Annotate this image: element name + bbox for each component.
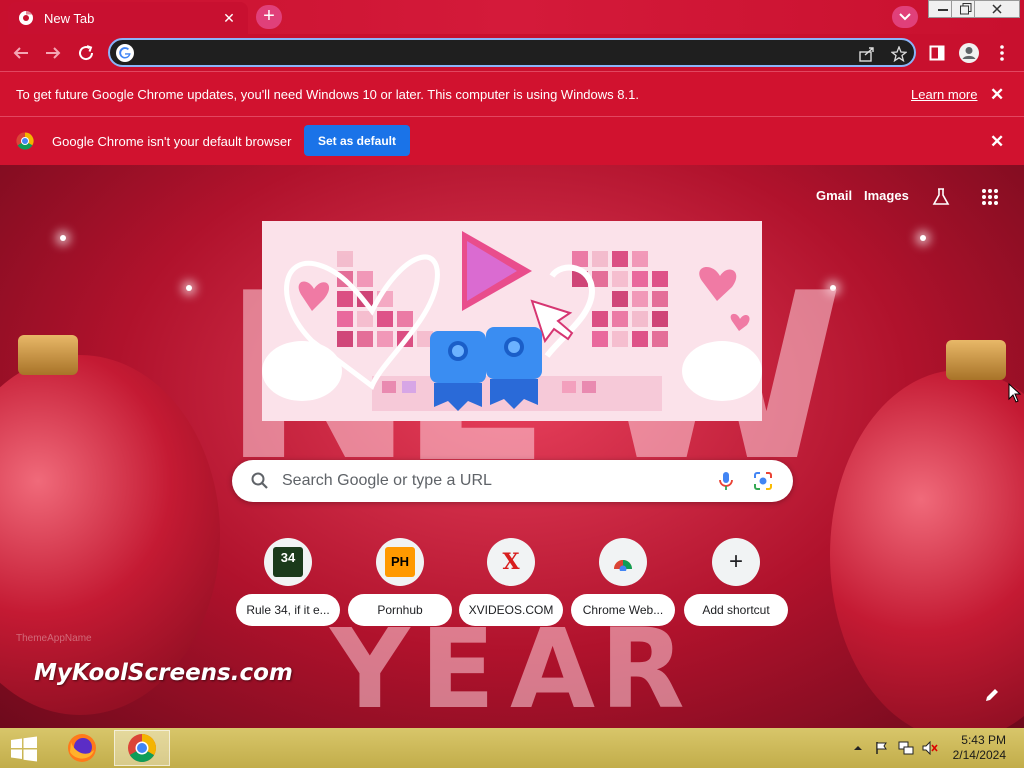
chrome-logo-icon [16,132,34,150]
microphone-icon[interactable] [716,470,736,492]
shortcut-favicon-rule34: 34 [264,538,312,586]
chrome-favicon-icon [18,10,34,26]
default-browser-infobar: Google Chrome isn't your default browser… [0,116,1024,165]
learn-more-link[interactable]: Learn more [911,87,977,102]
update-infobar-close-icon[interactable]: ✕ [990,85,1004,105]
shortcut-label: Add shortcut [684,594,788,626]
reload-icon [79,45,94,61]
forward-button[interactable] [40,40,66,66]
shortcut-tile[interactable]: X XVIDEOS.COM [459,538,563,628]
share-icon[interactable] [856,44,878,64]
new-tab-button[interactable]: + [256,5,282,29]
new-tab-page: N E W Y E A R Gmail Images [0,165,1024,728]
tab-new-tab[interactable]: New Tab ✕ [8,2,248,34]
ornament-cap-left [18,335,78,375]
window-close-button[interactable] [974,0,1020,18]
chrome-menu-button[interactable] [989,40,1015,66]
forward-arrow-icon [46,47,61,59]
sparkle [920,235,926,241]
windows-start-icon[interactable] [10,736,40,762]
ntp-search-box[interactable] [232,460,793,502]
shortcut-tile[interactable]: PH Pornhub [348,538,452,628]
apps-grid-icon[interactable] [978,185,1002,209]
images-link[interactable]: Images [864,188,909,203]
kebab-menu-icon [1000,45,1004,61]
search-icon [250,471,270,491]
action-center-flag-icon[interactable] [874,740,890,756]
sparkle [60,235,66,241]
sparkle [186,285,192,291]
tab-title: New Tab [44,10,95,26]
taskbar-chrome[interactable] [114,730,170,766]
update-infobar: To get future Google Chrome updates, you… [0,71,1024,116]
google-g-icon [116,44,134,62]
reload-button[interactable] [73,40,99,66]
taskbar-firefox[interactable] [54,730,110,766]
default-browser-text: Google Chrome isn't your default browser [52,134,292,149]
shortcut-label: XVIDEOS.COM [459,594,563,626]
labs-flask-icon[interactable] [929,185,953,209]
profile-button[interactable] [956,40,982,66]
gmail-link[interactable]: Gmail [816,188,852,203]
shortcut-favicon-xvideos: X [487,538,535,586]
side-panel-button[interactable] [924,40,950,66]
ornament-right [830,370,1024,728]
firefox-icon [68,734,96,762]
back-arrow-icon [13,47,28,59]
google-lens-icon[interactable] [752,471,774,491]
shortcut-label: Chrome Web... [571,594,675,626]
set-as-default-button[interactable]: Set as default [304,125,410,156]
tab-search-button[interactable] [892,6,918,28]
side-panel-icon [929,45,945,61]
taskbar-clock[interactable]: 5:43 PM 2/14/2024 [948,733,1006,763]
default-browser-close-icon[interactable]: ✕ [990,132,1004,152]
tab-close-icon[interactable]: ✕ [220,10,238,27]
shortcut-favicon-pornhub: PH [376,538,424,586]
chrome-web-store-icon [599,538,647,586]
profile-avatar-icon [959,43,979,63]
shortcut-tile[interactable]: Chrome Web... [571,538,675,628]
address-input[interactable] [144,43,844,63]
address-bar[interactable] [108,38,916,67]
chevron-down-icon [899,13,911,21]
search-input[interactable] [282,470,702,492]
back-button[interactable] [8,40,34,66]
mouse-cursor-icon [1008,382,1022,403]
update-infobar-text: To get future Google Chrome updates, you… [16,87,639,102]
windows-taskbar: 5:43 PM 2/14/2024 [0,728,1024,768]
clock-date: 2/14/2024 [952,748,1006,762]
theme-credit[interactable]: ThemeAppName [16,633,92,644]
network-icon[interactable] [898,740,914,756]
google-doodle[interactable] [262,221,762,421]
ornament-cap-right [946,340,1006,380]
shortcut-label: Rule 34, if it e... [236,594,340,626]
chrome-icon [128,734,156,762]
watermark: MyKoolScreens.com [34,660,293,686]
shortcut-tile[interactable]: 34 Rule 34, if it e... [236,538,340,628]
title-bar: New Tab ✕ + [0,0,1024,34]
add-icon: + [712,538,760,586]
tray-expand-icon[interactable] [850,740,866,756]
bookmark-star-icon[interactable] [888,44,910,64]
volume-muted-icon[interactable] [922,740,938,756]
shortcut-label: Pornhub [348,594,452,626]
customize-pencil-icon[interactable] [980,683,1004,707]
browser-toolbar [0,34,1024,71]
clock-time: 5:43 PM [961,733,1006,747]
add-shortcut-tile[interactable]: + Add shortcut [684,538,788,628]
